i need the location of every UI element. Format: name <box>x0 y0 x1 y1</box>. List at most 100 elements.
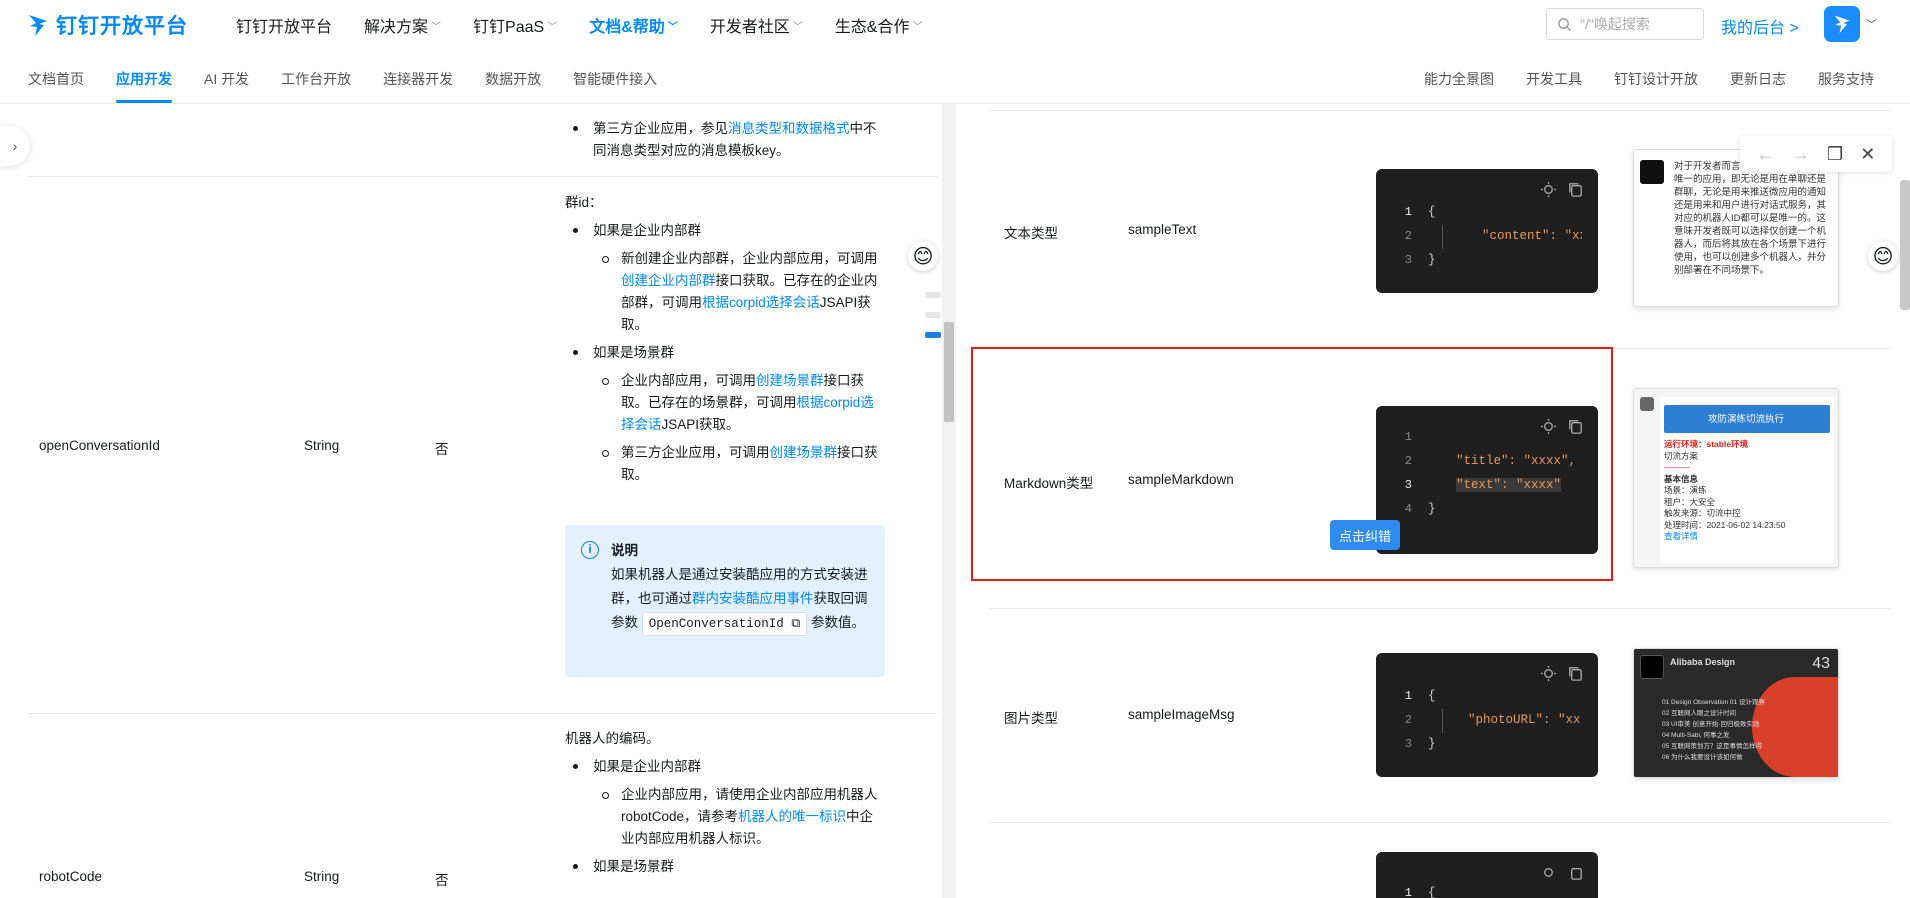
window-controls: ← → ❐ ✕ <box>1740 136 1892 172</box>
restore-window-icon[interactable]: ❐ <box>1827 144 1843 165</box>
chevron-down-icon: ﹀ <box>667 21 678 33</box>
choose-chat-link[interactable]: 根据corpid选择会话 <box>702 295 820 310</box>
create-scene-group-link[interactable]: 创建场景群 <box>770 445 838 460</box>
nav-docs-help[interactable]: 文档&帮助 ﹀ <box>589 13 678 37</box>
indicator-bar-active[interactable] <box>925 332 941 338</box>
msg-type-link[interactable]: 消息类型和数据格式 <box>728 121 850 136</box>
nav-label: 生态&合作 <box>834 19 910 36</box>
my-backend-link[interactable]: 我的后台 > <box>1721 14 1799 38</box>
preview-thumbnail[interactable]: 攻防演练切流执行 运行环境：stable环境 切流方案 ——— 基本信息 场景：… <box>1633 388 1839 568</box>
copy-icon[interactable]: ⧉ <box>791 617 800 631</box>
dingtalk-avatar-icon <box>1834 15 1850 34</box>
chevron-down-icon: ﹀ <box>431 21 442 33</box>
report-error-button[interactable]: 点击纠错 <box>1330 520 1400 550</box>
subnav-data-open[interactable]: 数据开放 <box>485 69 541 103</box>
param-desc: 机器人的编码。 如果是企业内部群 企业内部应用，请使用企业内部应用机器人robo… <box>565 728 885 884</box>
nav-dingtalk-open-platform[interactable]: 钉钉开放平台 <box>236 13 332 37</box>
arrow-left-icon[interactable]: ← <box>1757 144 1775 165</box>
param-type: String <box>304 869 340 884</box>
indicator-bar[interactable] <box>925 292 941 298</box>
desc-intro: 机器人的编码。 <box>565 731 660 746</box>
left-scrollbar-thumb[interactable] <box>944 322 954 422</box>
create-scene-group-link[interactable]: 创建场景群 <box>756 373 824 388</box>
alibaba-design-logo <box>1640 655 1664 679</box>
left-scrollbar[interactable] <box>942 104 956 898</box>
thumb-banner: 攻防演练切流执行 <box>1664 405 1830 433</box>
subnav-ai-dev[interactable]: AI 开发 <box>204 69 249 103</box>
preview-thumbnail[interactable]: 对于开发者而言，钉钉机器人是全局唯一的应用，即无论是用在单聊还是群聊，无论是用来… <box>1633 149 1839 307</box>
param-desc: 群id： 如果是企业内部群 新创建企业内部群，企业内部应用，可调用创建企业内部群… <box>565 192 885 492</box>
subnav-workbench[interactable]: 工作台开放 <box>281 69 351 103</box>
msg-type: 文本类型 <box>1004 226 1058 241</box>
chevron-down-icon: ﹀ <box>792 21 803 33</box>
doc-params-table: › 第三方企业应用，参见消息类型和数据格式中不同消息类型对应的消息模板key。 … <box>0 104 944 898</box>
indicator-bar[interactable] <box>925 312 941 318</box>
subnav-changelog[interactable]: 更新日志 <box>1730 69 1786 89</box>
sub-nav: 文档首页 应用开发 AI 开发 工作台开放 连接器开发 数据开放 智能硬件接入 … <box>0 54 1910 104</box>
list-item: 如果是企业内部群 <box>565 756 885 778</box>
subnav-app-dev[interactable]: 应用开发 <box>116 69 172 103</box>
copy-icon[interactable] <box>1567 181 1584 198</box>
nav-ecosystem[interactable]: 生态&合作 ﹀ <box>835 13 923 37</box>
toc-list: 01 Design Observation 01 设计观察 02 互联网人眼之设计… <box>1662 699 1765 761</box>
app-icon <box>1640 397 1654 411</box>
param-required: 否 <box>435 442 449 457</box>
row-divider <box>28 176 938 177</box>
theme-toggle-icon[interactable] <box>1540 864 1557 881</box>
code-block: 1{ 2 "photoURL": "xx 3} <box>1376 653 1598 777</box>
copy-icon[interactable] <box>1567 665 1584 682</box>
theme-toggle-icon[interactable] <box>1540 181 1557 198</box>
chevron-down-icon[interactable]: ﹀ <box>1866 16 1877 32</box>
subnav-docs-home[interactable]: 文档首页 <box>28 69 84 103</box>
subnav-dev-tools[interactable]: 开发工具 <box>1526 69 1582 89</box>
note-callout: i 说明 如果机器人是通过安装酷应用的方式安装进群，也可通过群内安装酷应用事件获… <box>565 525 885 677</box>
param-type: String <box>304 438 340 453</box>
nav-label: 钉钉PaaS <box>473 19 545 36</box>
close-icon[interactable]: ✕ <box>1860 144 1875 165</box>
subnav-capability-map[interactable]: 能力全景图 <box>1424 69 1494 89</box>
subnav-design[interactable]: 钉钉设计开放 <box>1614 69 1698 89</box>
nav-solutions[interactable]: 解决方案 ﹀ <box>364 13 441 37</box>
highlight-markdown-row <box>971 347 1613 581</box>
chevron-down-icon: ﹀ <box>547 21 558 33</box>
list-item: 如果是企业内部群 <box>565 220 885 242</box>
msg-key: sampleImageMsg <box>1128 707 1235 722</box>
robot-id-link[interactable]: 机器人的唯一标识 <box>738 809 846 824</box>
alibaba-design-logo <box>1640 160 1664 184</box>
nav-label: 文档&帮助 <box>589 19 665 36</box>
logo-text: 钉钉开放平台 <box>56 15 188 38</box>
install-app-event-link[interactable]: 群内安装酷应用事件 <box>692 591 814 606</box>
subnav-hardware[interactable]: 智能硬件接入 <box>573 69 657 103</box>
inline-code: OpenConversationId ⧉ <box>641 612 808 636</box>
search-input[interactable] <box>1580 16 1690 32</box>
chevron-down-icon: ﹀ <box>912 21 923 33</box>
code-block: 1{ <box>1376 852 1598 898</box>
avatar[interactable] <box>1824 6 1860 42</box>
nav-dev-community[interactable]: 开发者社区 ﹀ <box>710 13 803 37</box>
emoji-feedback-icon[interactable]: 😊 <box>1868 241 1898 271</box>
search-box[interactable] <box>1546 8 1704 40</box>
subnav-support[interactable]: 服务支持 <box>1818 69 1874 89</box>
copy-icon[interactable] <box>1567 864 1584 881</box>
arrow-right-icon[interactable]: → <box>1792 144 1810 165</box>
nav-label: 解决方案 <box>364 19 429 36</box>
subnav-connector[interactable]: 连接器开发 <box>383 69 453 103</box>
sidebar-expand-button[interactable]: › <box>0 126 30 166</box>
emoji-feedback-icon[interactable]: 😊 <box>908 241 938 271</box>
create-group-link[interactable]: 创建企业内部群 <box>621 273 716 288</box>
list-item: 第三方企业应用，可调用创建场景群接口获取。 <box>565 442 885 486</box>
theme-toggle-icon[interactable] <box>1540 665 1557 682</box>
right-scrollbar-thumb[interactable] <box>1900 180 1910 310</box>
nav-label: 开发者社区 <box>709 19 790 36</box>
logo[interactable]: 钉钉开放平台 <box>26 10 188 40</box>
code-block: 1{ 2 "content": "xx 3} <box>1376 169 1598 293</box>
top-nav: 钉钉开放平台 解决方案 ﹀ 钉钉PaaS ﹀ 文档&帮助 ﹀ 开发者社区 ﹀ 生态&合作… <box>236 13 954 37</box>
list-item: 如果是场景群 <box>565 856 885 878</box>
nav-paas[interactable]: 钉钉PaaS ﹀ <box>473 13 557 37</box>
preview-thumbnail[interactable]: Alibaba Design 43 01 Design Observation … <box>1633 648 1839 778</box>
msg-key: sampleText <box>1128 222 1197 237</box>
list-item: 新创建企业内部群，企业内部应用，可调用创建企业内部群接口获取。已存在的企业内部群… <box>565 248 885 336</box>
nav-label: 钉钉开放平台 <box>236 19 333 36</box>
row-divider <box>990 110 1890 111</box>
list-item: 企业内部应用，可调用创建场景群接口获取。已存在的场景群，可调用根据corpid选… <box>565 370 885 436</box>
